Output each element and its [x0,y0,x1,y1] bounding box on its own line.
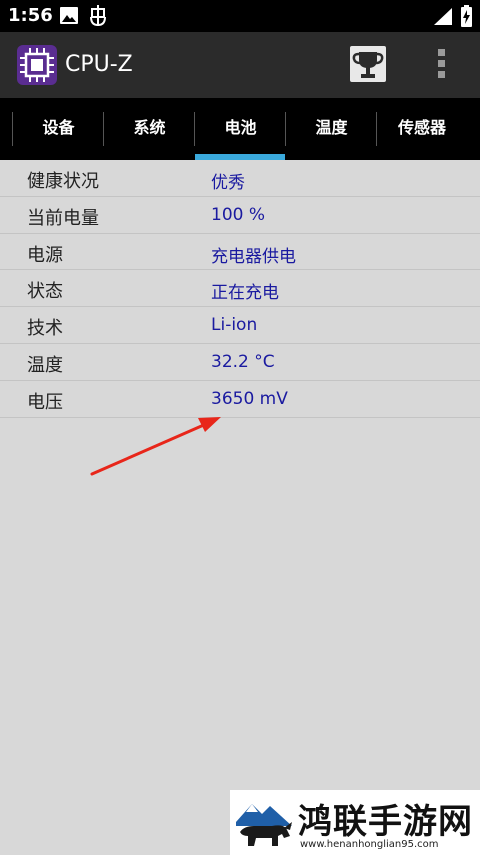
signal-icon [434,8,452,25]
row-value: 100 % [211,204,266,225]
list-item-health: 健康状况 优秀 [0,160,480,197]
list-item-level: 当前电量 100 % [0,197,480,234]
app-bar: CPU-Z [0,32,480,98]
status-time: 1:56 [8,5,53,26]
tab-system[interactable]: 系统 [104,98,195,160]
status-bar: 1:56 [0,0,480,32]
row-value: 充电器供电 [211,246,296,267]
battery-charging-icon [461,5,472,27]
watermark-title: 鸿联手游网 [298,802,473,842]
watermark: 鸿联手游网 www.henanhonglian95.com [230,790,480,855]
cpu-chip-icon [17,45,57,85]
row-value: 3650 mV [211,388,288,409]
more-vert-icon[interactable] [431,46,453,82]
row-value: 正在充电 [211,283,279,304]
row-label: 当前电量 [27,207,99,229]
list-item-technology: 技术 Li-ion [0,307,480,344]
row-label: 健康状况 [27,171,99,192]
row-label: 电源 [27,244,63,266]
app-title: CPU-Z [65,52,133,77]
tab-battery[interactable]: 电池 [195,98,286,160]
row-label: 温度 [27,354,63,376]
row-value: Li-ion [211,315,258,336]
trophy-icon[interactable] [350,46,386,82]
battery-info-list: 健康状况 优秀 当前电量 100 % 电源 充电器供电 状态 正在充电 技术 L… [0,160,480,418]
watermark-logo-icon [236,804,292,846]
row-label: 电压 [27,391,63,413]
list-item-voltage: 电压 3650 mV [0,381,480,418]
list-item-temperature: 温度 32.2 °C [0,344,480,381]
list-item-power-source: 电源 充电器供电 [0,234,480,271]
row-label: 技术 [27,318,63,340]
row-value: 32.2 °C [211,351,275,372]
tab-sensors[interactable]: 传感器 [364,98,480,160]
list-item-status: 状态 正在充电 [0,270,480,308]
tab-device[interactable]: 设备 [13,98,104,160]
row-value: 优秀 [211,173,245,193]
image-icon [60,7,78,24]
watermark-url: www.henanhonglian95.com [300,839,439,850]
tab-bar: 设备 系统 电池 温度 传感器 [0,98,480,160]
bug-icon [90,5,106,27]
row-label: 状态 [27,281,63,303]
